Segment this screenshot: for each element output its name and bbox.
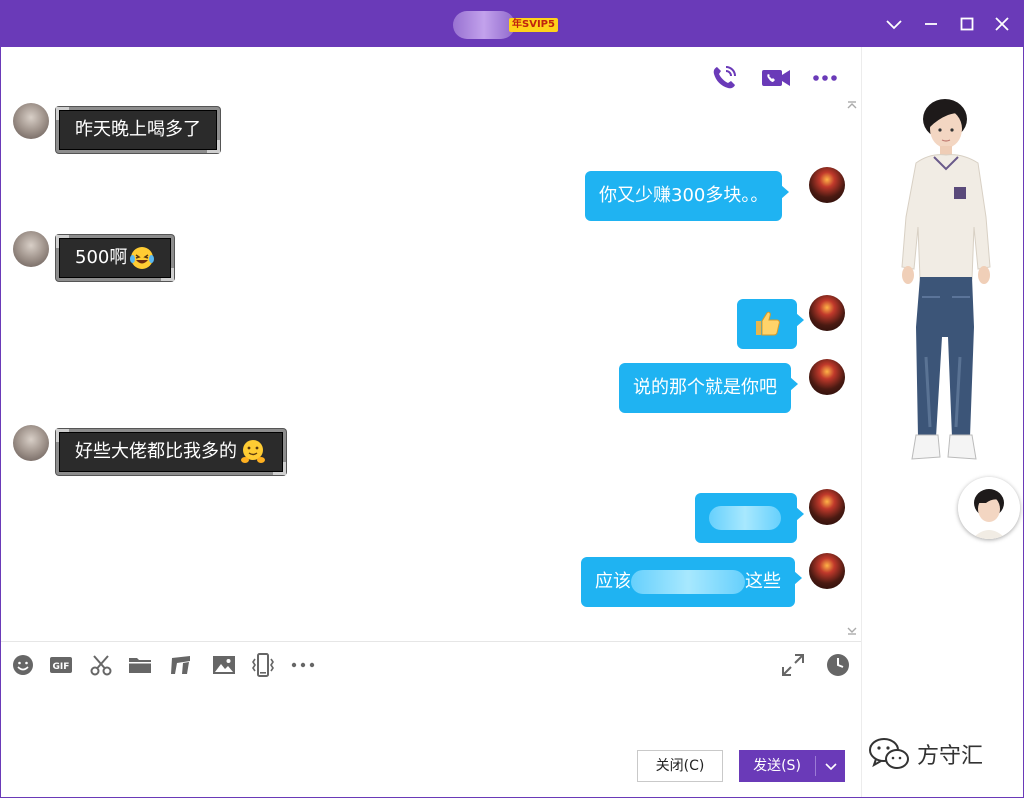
collapse-button[interactable] [881, 12, 907, 36]
screenshot-button[interactable] [89, 653, 113, 677]
close-icon [995, 17, 1009, 31]
minimize-icon [925, 23, 937, 25]
message-list[interactable]: 昨天晚上喝多了 你又少赚300多块。。 500啊 说的那个就是你吧 好些大佬都比… [1, 97, 861, 641]
message-text: 你又少赚300多块。。 [599, 185, 769, 206]
svg-text:GIF: GIF [53, 662, 70, 672]
maximize-button[interactable] [954, 12, 980, 36]
contact-show-panel [862, 47, 1023, 797]
more-icon [291, 662, 315, 668]
message-text-suffix: 这些 [745, 571, 781, 592]
emoji-button[interactable] [11, 653, 35, 677]
message-text: 好些大佬都比我多的 [75, 441, 237, 462]
wechat-logo-icon [869, 738, 909, 769]
image-button[interactable] [212, 653, 236, 677]
more-options-button[interactable] [811, 63, 841, 93]
scroll-up-icon[interactable] [847, 101, 857, 111]
maximize-icon [960, 17, 974, 31]
screenshot-scissors-icon [90, 655, 112, 676]
self-avatar[interactable] [809, 295, 845, 331]
gif-button[interactable]: GIF [49, 653, 73, 677]
file-button[interactable] [128, 653, 152, 677]
message-bubble-sent[interactable]: 你又少赚300多块。。 [585, 171, 790, 221]
contact-mini-avatar[interactable] [958, 477, 1020, 539]
shake-button[interactable] [251, 653, 275, 677]
chat-window: 年SVIP5 昨天晚上喝多了 你又少赚300多块。。 500啊 说的那个就是你吧… [0, 0, 1024, 798]
send-button[interactable]: 发送(S) [739, 750, 845, 782]
input-toolbar: GIF [1, 649, 861, 683]
self-avatar[interactable] [809, 359, 845, 395]
more-options-icon [813, 75, 837, 81]
music-icon [171, 656, 190, 674]
contact-avatar[interactable] [13, 425, 49, 461]
contact-avatar[interactable] [13, 103, 49, 139]
send-options-dropdown[interactable] [819, 750, 843, 782]
expand-icon [782, 654, 804, 676]
video-call-icon [762, 70, 790, 86]
self-avatar[interactable] [809, 489, 845, 525]
expand-input-button[interactable] [781, 653, 805, 677]
avatar-figure-illustration [901, 99, 991, 460]
watermark-text: 方守汇 [917, 744, 984, 769]
blurred-text [709, 506, 781, 530]
chevron-down-icon [825, 763, 837, 771]
history-clock-icon [827, 654, 849, 676]
image-icon [213, 656, 235, 674]
message-text: 说的那个就是你吧 [633, 377, 777, 398]
message-text: 500啊 [75, 247, 128, 268]
send-label: 发送(S) [753, 758, 801, 774]
shake-icon [252, 653, 274, 677]
chevron-down-icon [886, 20, 902, 30]
more-tools-button[interactable] [291, 653, 315, 677]
hugging-face-emoji [241, 440, 265, 463]
chat-toolbar [1, 47, 861, 97]
send-separator [815, 756, 816, 776]
input-divider [1, 641, 861, 642]
message-bubble-received[interactable]: 昨天晚上喝多了 [56, 107, 220, 153]
message-text: 昨天晚上喝多了 [75, 119, 201, 140]
self-avatar[interactable] [809, 167, 845, 203]
message-bubble-received[interactable]: 500啊 [56, 235, 175, 281]
minimize-button[interactable] [918, 12, 944, 36]
close-window-button[interactable] [989, 12, 1015, 36]
svip-badge: 年SVIP5 [509, 18, 558, 32]
scroll-down-icon[interactable] [847, 625, 857, 635]
self-avatar[interactable] [809, 553, 845, 589]
message-bubble-sent[interactable] [737, 299, 804, 349]
message-text-prefix: 应该 [595, 571, 631, 592]
message-bubble-sent[interactable]: 说的那个就是你吧 [619, 363, 798, 413]
mini-avatar-illustration [958, 477, 1020, 539]
voice-call-button[interactable] [709, 63, 739, 93]
blurred-contact-name [453, 11, 515, 39]
history-button[interactable] [826, 653, 850, 677]
contact-avatar[interactable] [13, 231, 49, 267]
close-button[interactable]: 关闭(C) [637, 750, 723, 782]
folder-icon [129, 658, 151, 673]
video-call-button[interactable] [761, 63, 791, 93]
music-button[interactable] [169, 653, 193, 677]
thumbs-up-emoji [756, 311, 780, 335]
emoji-icon [13, 655, 33, 675]
laughing-tears-emoji [130, 247, 155, 269]
message-bubble-received[interactable]: 好些大佬都比我多的 [56, 429, 286, 475]
voice-call-icon [713, 66, 736, 89]
message-bubble-sent[interactable] [695, 493, 804, 543]
gif-icon: GIF [50, 657, 72, 673]
blurred-text [631, 570, 745, 594]
title-bar[interactable]: 年SVIP5 [1, 1, 1023, 47]
message-bubble-sent[interactable]: 应该 这些 [581, 557, 802, 607]
